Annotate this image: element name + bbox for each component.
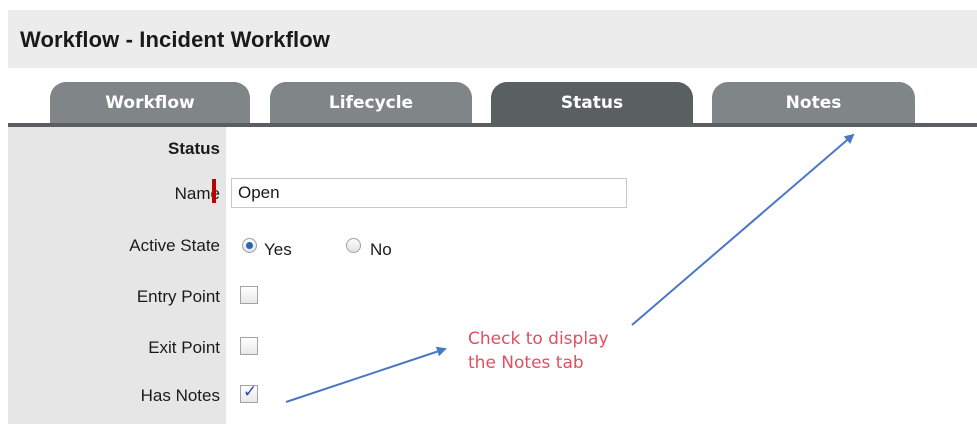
arrow-icon bbox=[631, 133, 855, 326]
annotation-arrows bbox=[285, 133, 855, 403]
arrow-icon bbox=[285, 346, 447, 403]
